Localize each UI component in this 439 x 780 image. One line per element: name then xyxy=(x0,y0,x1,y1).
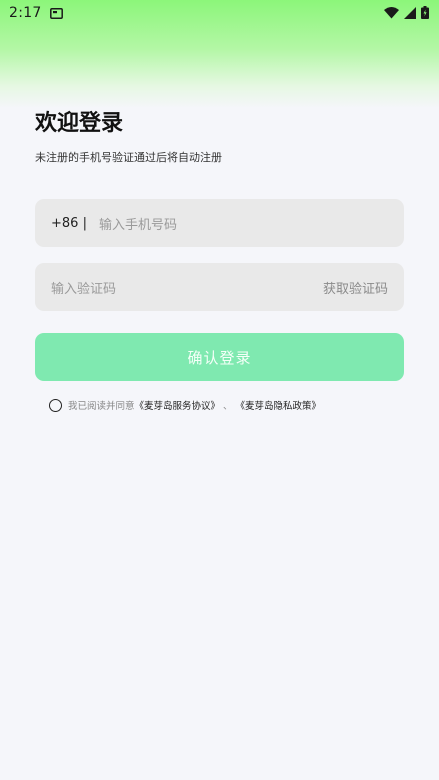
agreement-row: 我已阅读并同意 《麦芽岛服务协议》 、 《麦芽岛隐私政策》 xyxy=(49,398,321,412)
phone-field[interactable]: +86 | 输入手机号码 xyxy=(35,199,404,247)
agreement-text: 我已阅读并同意 xyxy=(68,401,135,412)
battery-icon xyxy=(421,4,429,23)
privacy-policy-link[interactable]: 《麦芽岛隐私政策》 xyxy=(236,398,322,412)
phone-input[interactable]: 输入手机号码 xyxy=(99,214,177,233)
signal-icon xyxy=(404,4,416,23)
agreement-checkbox[interactable] xyxy=(49,398,62,412)
status-right xyxy=(384,4,429,23)
page-title: 欢迎登录 xyxy=(35,111,124,136)
code-field[interactable]: 输入验证码 获取验证码 xyxy=(35,263,404,311)
country-code-prefix[interactable]: +86 | xyxy=(51,216,87,231)
agreement-separator: 、 xyxy=(223,401,233,412)
status-time: 2:17 xyxy=(9,5,42,21)
get-code-button[interactable]: 获取验证码 xyxy=(323,278,388,297)
notification-icon xyxy=(49,4,63,23)
verification-code-input[interactable]: 输入验证码 xyxy=(51,278,116,297)
service-agreement-link[interactable]: 《麦芽岛服务协议》 xyxy=(135,398,221,412)
login-screen: 2:17 欢迎登录 未注册的手机号验证通过后将自动注册 +86 | 输入手机号码… xyxy=(0,0,439,780)
wifi-icon xyxy=(384,4,399,23)
status-left: 2:17 xyxy=(9,4,63,23)
page-subtitle: 未注册的手机号验证通过后将自动注册 xyxy=(35,151,222,164)
status-bar: 2:17 xyxy=(0,0,439,26)
confirm-login-button[interactable]: 确认登录 xyxy=(35,333,404,381)
